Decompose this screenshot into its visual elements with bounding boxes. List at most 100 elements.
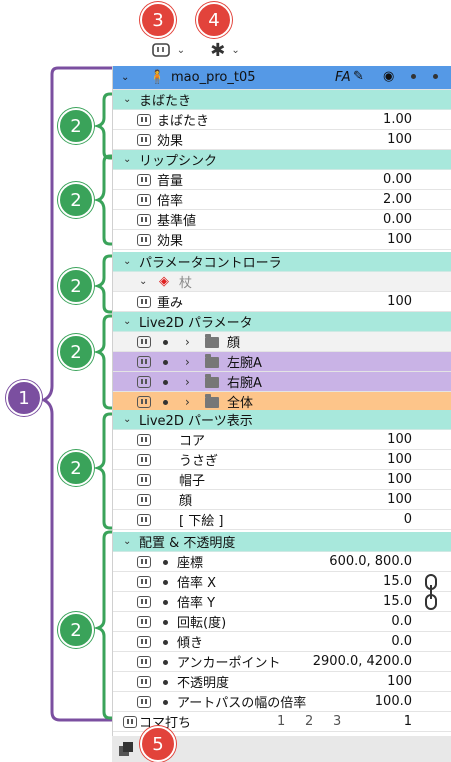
param-row[interactable]: 倍率 X 15.0 [113, 572, 451, 592]
param-value[interactable]: 100 [387, 232, 412, 247]
chevron-down-icon[interactable]: ⌄ [139, 276, 147, 287]
chevron-right-icon[interactable]: › [185, 375, 190, 389]
collapse-icon[interactable]: ⌄ [121, 72, 129, 83]
group-header-blink[interactable]: ⌄ まばたき [113, 90, 451, 110]
param-row[interactable]: 音量 0.00 [113, 170, 451, 190]
lock-icon[interactable] [137, 656, 151, 668]
chevron-right-icon[interactable]: › [185, 355, 190, 369]
param-value[interactable]: 15.0 [383, 594, 412, 609]
group-header-placement[interactable]: ⌄ 配置 & 不透明度 [113, 532, 451, 552]
param-value[interactable]: 100 [387, 132, 412, 147]
lock-icon[interactable] [137, 434, 151, 446]
lock-icon[interactable] [123, 716, 137, 728]
param-row[interactable]: 顔 100 [113, 490, 451, 510]
lock-icon[interactable] [137, 676, 151, 688]
param-row[interactable]: 重み 100 [113, 292, 451, 312]
param-value[interactable]: 100 [387, 452, 412, 467]
lock-icon[interactable] [137, 616, 151, 628]
freeze-toggle-button[interactable]: ✱ ⌄ [202, 38, 248, 62]
folder-row[interactable]: › 顔 [113, 332, 451, 352]
param-row[interactable]: 座標 600.0, 800.0 [113, 552, 451, 572]
lock-icon[interactable] [137, 356, 151, 368]
param-value[interactable]: 0.00 [383, 172, 412, 187]
param-value[interactable]: 100.0 [375, 694, 412, 709]
lock-icon[interactable] [137, 234, 151, 246]
folder-row[interactable]: › 右腕A [113, 372, 451, 392]
lock-icon[interactable] [137, 696, 151, 708]
param-row[interactable]: 倍率 2.00 [113, 190, 451, 210]
lock-icon[interactable] [137, 114, 151, 126]
model-title-row[interactable]: ⌄ 🧍 mao_pro_t05 FA ✎ ◉ [113, 66, 451, 90]
link-chain-icon[interactable] [423, 574, 439, 610]
param-row[interactable]: [ 下絵 ] 0 [113, 510, 451, 530]
param-row[interactable]: 効果 100 [113, 230, 451, 250]
param-value[interactable]: 0.00 [383, 212, 412, 227]
lock-icon[interactable] [137, 336, 151, 348]
param-value[interactable]: 2900.0, 4200.0 [313, 654, 412, 669]
param-row[interactable]: うさぎ 100 [113, 450, 451, 470]
param-value[interactable]: 15.0 [383, 574, 412, 589]
group-header-param-controller[interactable]: ⌄ パラメータコントローラ [113, 252, 451, 272]
pencil-icon[interactable]: ✎ [353, 69, 364, 84]
folder-row[interactable]: › 全体 [113, 392, 451, 412]
param-value[interactable]: 100 [387, 492, 412, 507]
folder-stack-icon[interactable] [118, 741, 136, 757]
lock-icon[interactable] [137, 494, 151, 506]
lock-icon[interactable] [137, 474, 151, 486]
lock-icon[interactable] [137, 134, 151, 146]
param-value[interactable]: 100 [387, 432, 412, 447]
param-row[interactable]: 回転(度) 0.0 [113, 612, 451, 632]
lock-toggle-button[interactable]: ⌄ [146, 38, 190, 62]
lock-icon[interactable] [137, 636, 151, 648]
chevron-down-icon[interactable]: ⌄ [123, 536, 131, 547]
lock-icon[interactable] [137, 556, 151, 568]
lock-icon[interactable] [137, 576, 151, 588]
folder-row[interactable]: › 左腕A [113, 352, 451, 372]
param-label: 倍率 [157, 194, 184, 209]
param-row[interactable]: アンカーポイント 2900.0, 4200.0 [113, 652, 451, 672]
group-header-lipsync[interactable]: ⌄ リップシンク [113, 150, 451, 170]
lock-icon[interactable] [137, 214, 151, 226]
param-value[interactable]: 0 [404, 512, 412, 527]
group-header-live2d-params[interactable]: ⌄ Live2D パラメータ [113, 312, 451, 332]
param-row[interactable]: アートパスの幅の倍率 100.0 [113, 692, 451, 712]
param-row[interactable]: まばたき 1.00 [113, 110, 451, 130]
param-row[interactable]: コア 100 [113, 430, 451, 450]
param-row[interactable]: 効果 100 [113, 130, 451, 150]
chevron-down-icon[interactable]: ⌄ [123, 154, 131, 165]
param-value[interactable]: 1.00 [383, 112, 412, 127]
diamond-icon: ◈ [159, 274, 169, 289]
chevron-right-icon[interactable]: › [185, 395, 190, 409]
lock-icon[interactable] [137, 514, 151, 526]
param-row[interactable]: 倍率 Y 15.0 [113, 592, 451, 612]
controller-row[interactable]: ⌄ ◈ 杖 [113, 272, 451, 292]
chevron-down-icon[interactable]: ⌄ [123, 316, 131, 327]
param-row[interactable]: 不透明度 100 [113, 672, 451, 692]
lock-icon[interactable] [137, 174, 151, 186]
group-header-live2d-parts[interactable]: ⌄ Live2D パーツ表示 [113, 410, 451, 430]
koma-value[interactable]: 1 [404, 714, 412, 729]
param-value[interactable]: 100 [387, 294, 412, 309]
param-value[interactable]: 100 [387, 674, 412, 689]
chevron-down-icon[interactable]: ⌄ [123, 94, 131, 105]
lock-icon[interactable] [137, 376, 151, 388]
dot-icon [163, 380, 168, 385]
param-value[interactable]: 2.00 [383, 192, 412, 207]
lock-icon[interactable] [137, 454, 151, 466]
eye-icon[interactable]: ◉ [383, 69, 394, 84]
chevron-right-icon[interactable]: › [185, 335, 190, 349]
param-value[interactable]: 0.0 [391, 634, 412, 649]
param-row[interactable]: 帽子 100 [113, 470, 451, 490]
lock-icon[interactable] [137, 194, 151, 206]
lock-icon[interactable] [137, 596, 151, 608]
param-value[interactable]: 0.0 [391, 614, 412, 629]
lock-icon[interactable] [137, 396, 151, 408]
chevron-down-icon[interactable]: ⌄ [123, 256, 131, 267]
param-row[interactable]: 傾き 0.0 [113, 632, 451, 652]
param-row[interactable]: 基準値 0.00 [113, 210, 451, 230]
param-value[interactable]: 600.0, 800.0 [329, 554, 412, 569]
lock-icon[interactable] [137, 296, 151, 308]
dot-icon [411, 74, 416, 79]
chevron-down-icon[interactable]: ⌄ [123, 414, 131, 425]
param-value[interactable]: 100 [387, 472, 412, 487]
